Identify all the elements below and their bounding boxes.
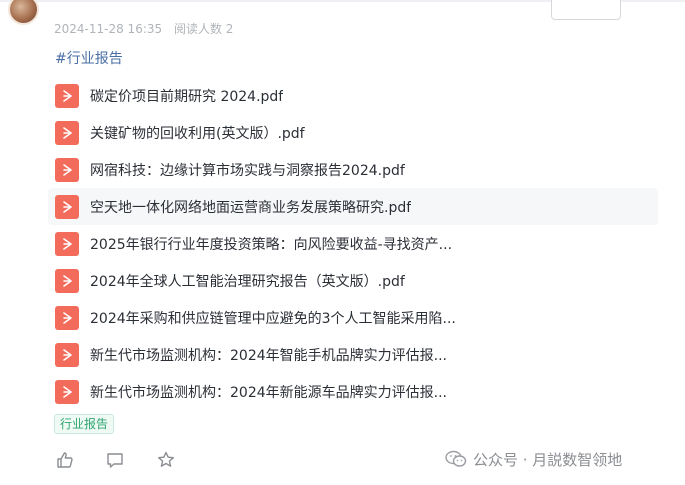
favorite-button[interactable] xyxy=(155,449,177,471)
follow-button[interactable] xyxy=(551,0,621,20)
pdf-icon xyxy=(55,268,79,293)
attachment-item[interactable]: 空天地一体化网络地面运营商业务发展策略研究.pdf xyxy=(48,188,658,225)
pdf-icon xyxy=(55,231,79,256)
pdf-icon xyxy=(55,194,79,219)
attachment-name: 新生代市场监测机构：2024年新能源车品牌实力评估报... xyxy=(90,384,447,401)
attachment-name: 2025年银行行业年度投资策略：向风险要收益-寻找资产... xyxy=(90,236,453,253)
attachment-item[interactable]: 2024年全球人工智能治理研究报告（英文版）.pdf xyxy=(48,262,658,299)
category-label[interactable]: 行业报告 xyxy=(54,414,115,434)
attachment-item[interactable]: 碳定价项目前期研究 2024.pdf xyxy=(48,77,658,114)
post-date: 2024-11-28 16:35 xyxy=(54,22,163,36)
thumbs-up-icon xyxy=(57,452,73,468)
topic-hashtag[interactable]: #行业报告 xyxy=(55,48,123,68)
account-watermark: 公众号 · 月説数智领地 xyxy=(445,447,622,471)
avatar[interactable] xyxy=(8,0,39,25)
pdf-icon xyxy=(55,342,79,367)
attachment-name: 碳定价项目前期研究 2024.pdf xyxy=(90,88,284,105)
attachment-name: 2024年采购和供应链管理中应避免的3个人工智能采用陷... xyxy=(90,310,456,327)
attachment-name: 关键矿物的回收利用(英文版）.pdf xyxy=(90,125,305,142)
attachment-item[interactable]: 网宿科技：边缘计算市场实践与洞察报告2024.pdf xyxy=(48,151,658,188)
pdf-icon xyxy=(55,379,79,404)
wechat-icon xyxy=(445,450,467,467)
pdf-icon xyxy=(55,157,79,182)
attachment-item[interactable]: 新生代市场监测机构：2024年新能源车品牌实力评估报... xyxy=(48,373,658,410)
attachment-name: 2024年全球人工智能治理研究报告（英文版）.pdf xyxy=(90,273,405,290)
star-icon xyxy=(158,451,174,467)
watermark-text: 公众号 · 月説数智领地 xyxy=(473,450,623,469)
comment-icon xyxy=(107,453,123,468)
attachment-item[interactable]: 2025年银行行业年度投资策略：向风险要收益-寻找资产... xyxy=(48,225,658,262)
comment-button[interactable] xyxy=(104,449,126,471)
attachment-item[interactable]: 关键矿物的回收利用(英文版）.pdf xyxy=(48,114,658,151)
post-meta: 2024-11-28 16:35 阅读人数 2 xyxy=(54,20,233,37)
attachment-name: 网宿科技：边缘计算市场实践与洞察报告2024.pdf xyxy=(90,162,405,179)
like-button[interactable] xyxy=(54,449,76,471)
attachment-item[interactable]: 新生代市场监测机构：2024年智能手机品牌实力评估报... xyxy=(48,336,658,373)
attachment-item[interactable]: 2024年采购和供应链管理中应避免的3个人工智能采用陷... xyxy=(48,299,658,336)
attachment-list: 碳定价项目前期研究 2024.pdf 关键矿物的回收利用(英文版）.pdf 网宿… xyxy=(48,77,658,410)
pdf-icon xyxy=(55,305,79,330)
attachment-name: 新生代市场监测机构：2024年智能手机品牌实力评估报... xyxy=(90,347,447,364)
attachment-name: 空天地一体化网络地面运营商业务发展策略研究.pdf xyxy=(90,199,412,216)
pdf-icon xyxy=(55,120,79,145)
pdf-icon xyxy=(55,83,79,108)
reader-count: 阅读人数 2 xyxy=(173,22,234,36)
